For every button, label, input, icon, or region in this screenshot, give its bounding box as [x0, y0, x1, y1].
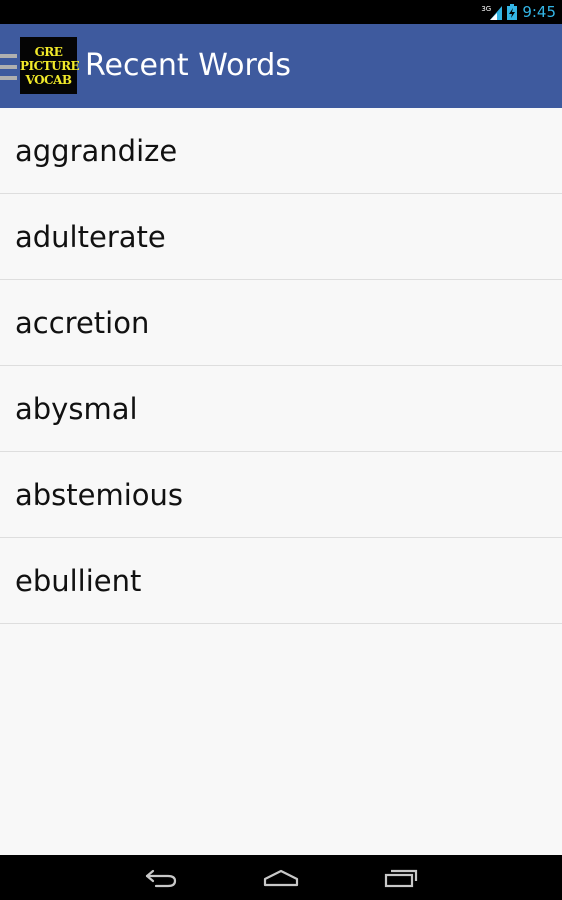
list-item[interactable]: ebullient: [0, 538, 562, 624]
back-icon[interactable]: [131, 855, 191, 900]
app-logo[interactable]: GRE PICTURE VOCAB: [20, 37, 80, 94]
home-icon[interactable]: [251, 855, 311, 900]
list-item[interactable]: adulterate: [0, 194, 562, 280]
list-item[interactable]: abstemious: [0, 452, 562, 538]
drawer-menu-icon[interactable]: [0, 54, 17, 80]
clock: 9:45: [522, 3, 556, 21]
logo-line: PICTURE: [20, 58, 80, 73]
action-bar: GRE PICTURE VOCAB Recent Words: [0, 24, 562, 108]
battery-icon: [507, 4, 518, 20]
list-item[interactable]: abysmal: [0, 366, 562, 452]
page-title: Recent Words: [85, 48, 291, 83]
recent-apps-icon[interactable]: [371, 855, 431, 900]
logo-line: GRE: [34, 44, 63, 59]
list-item[interactable]: aggrandize: [0, 108, 562, 194]
signal-icon: 3G: [481, 4, 503, 20]
recent-words-list: aggrandize adulterate accretion abysmal …: [0, 108, 562, 624]
network-type-label: 3G: [481, 5, 492, 13]
status-bar: 3G 9:45: [0, 0, 562, 24]
status-icons: 3G 9:45: [481, 0, 556, 24]
list-item[interactable]: accretion: [0, 280, 562, 366]
logo-line: VOCAB: [25, 72, 72, 87]
navigation-bar: [0, 855, 562, 900]
